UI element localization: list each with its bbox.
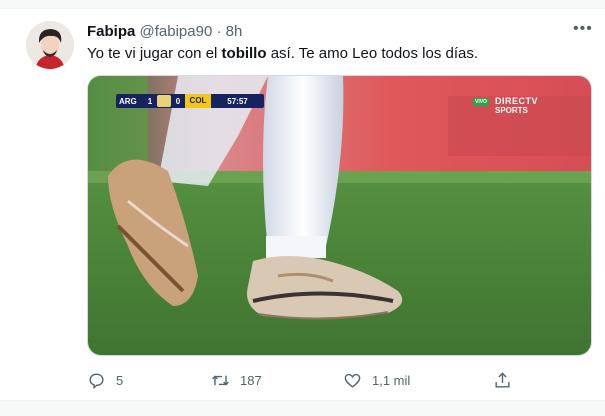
share-icon — [495, 371, 510, 388]
meta-separator: · — [216, 23, 222, 40]
reply-button[interactable]: 5 — [87, 368, 123, 392]
away-team: COL — [185, 94, 211, 108]
tweet-text-part: así. Te amo Leo todos los días. — [266, 45, 479, 62]
share-button[interactable] — [493, 368, 512, 392]
timeline-divider-top — [0, 0, 605, 9]
timestamp[interactable]: 8h — [226, 23, 243, 40]
like-count: 1,1 mil — [372, 372, 411, 388]
broadcaster-channel: SPORTS — [495, 106, 528, 115]
like-icon — [344, 373, 361, 388]
live-tag: VIVO — [473, 98, 489, 106]
tweet-media[interactable]: ARG 1 0 COL 57:57 VIVO DIRECTV SPORTS — [87, 75, 592, 356]
home-score: 1 — [147, 96, 153, 106]
away-score: 0 — [175, 96, 181, 106]
timeline-divider-bottom — [0, 400, 605, 416]
reply-count: 5 — [116, 372, 124, 388]
display-name[interactable]: Fabipa — [87, 23, 135, 40]
avatar-illustration — [26, 21, 74, 69]
more-icon[interactable]: ••• — [573, 20, 593, 40]
tweet-text-part: Yo te vi jugar con el — [87, 45, 222, 62]
avatar[interactable] — [26, 21, 74, 69]
retweet-icon — [212, 375, 229, 385]
tournament-logo-icon — [157, 95, 171, 107]
match-clock: 57:57 — [227, 96, 248, 106]
handle[interactable]: @fabipa90 — [140, 23, 213, 40]
tweet-text-bold: tobillo — [221, 45, 267, 62]
broadcaster-name: DIRECTV — [495, 96, 539, 106]
like-button[interactable]: 1,1 mil — [343, 368, 410, 392]
tweet-header: Fabipa @fabipa90 · 8h — [87, 22, 242, 42]
scoreboard: ARG 1 0 COL 57:57 — [116, 94, 264, 108]
retweet-count: 187 — [240, 372, 262, 388]
reply-icon — [89, 372, 104, 389]
broadcaster-watermark: VIVO DIRECTV SPORTS — [473, 96, 553, 120]
tweet-text: Yo te vi jugar con el tobillo así. Te am… — [87, 44, 478, 64]
home-team: ARG — [119, 96, 137, 106]
retweet-button[interactable]: 187 — [211, 368, 262, 392]
tweet-card[interactable]: Fabipa @fabipa90 · 8h ••• Yo te vi jugar… — [0, 0, 605, 416]
tweet-actions: 5 187 1,1 mil — [87, 368, 527, 392]
